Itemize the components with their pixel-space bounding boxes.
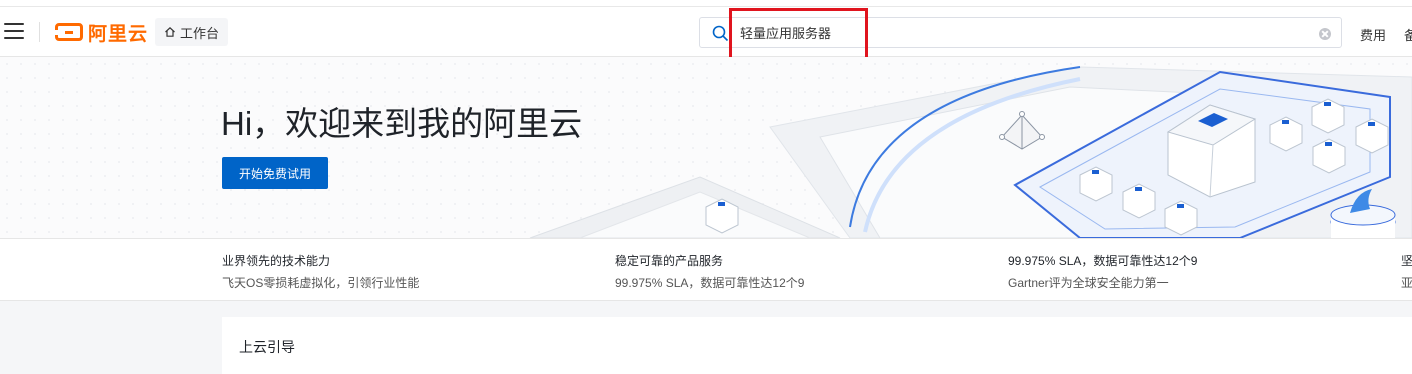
guide-title: 上云引导 — [239, 339, 295, 355]
search-bar[interactable] — [699, 17, 1342, 48]
workbench-button[interactable]: 工作台 — [155, 18, 229, 46]
search-input[interactable] — [740, 22, 1300, 43]
feature-item: 99.975% SLA，数据可靠性达12个9 Gartner评为全球安全能力第一 — [1008, 252, 1197, 291]
cloud-guide-card: 上云引导 — [222, 317, 1412, 374]
clear-icon[interactable] — [1319, 28, 1331, 40]
top-nav: 阿里云 工作台 费用 备 — [0, 6, 1412, 57]
feature-title: 坚 — [1401, 254, 1412, 268]
aliyun-logo[interactable]: 阿里云 — [55, 20, 149, 45]
feature-desc: 飞天OS零损耗虚拟化，引领行业性能 — [222, 276, 420, 290]
content-area: 上云引导 — [0, 301, 1412, 374]
hero-banner: Hi，欢迎来到我的阿里云 开始免费试用 — [0, 57, 1412, 238]
feature-desc: 亚 — [1401, 276, 1412, 290]
feature-item: 稳定可靠的产品服务 99.975% SLA，数据可靠性达12个9 — [615, 252, 804, 291]
search-icon[interactable] — [712, 25, 729, 42]
feature-strip: 业界领先的技术能力 飞天OS零损耗虚拟化，引领行业性能 稳定可靠的产品服务 99… — [0, 238, 1412, 301]
cloud-infrastructure-illustration — [529, 66, 1412, 238]
nav-filing-partial[interactable]: 备 — [1404, 25, 1412, 44]
nav-billing[interactable]: 费用 — [1360, 25, 1386, 44]
feature-title: 稳定可靠的产品服务 — [615, 254, 724, 268]
aliyun-logo-icon — [55, 23, 83, 41]
hero-title: Hi，欢迎来到我的阿里云 — [221, 105, 583, 142]
feature-item: 业界领先的技术能力 飞天OS零损耗虚拟化，引领行业性能 — [222, 252, 419, 291]
start-free-trial-button[interactable]: 开始免费试用 — [222, 157, 328, 189]
feature-item: 坚 亚 — [1401, 252, 1412, 291]
feature-desc: 99.975% SLA，数据可靠性达12个9 — [615, 276, 805, 290]
feature-title: 99.975% SLA，数据可靠性达12个9 — [1008, 254, 1198, 268]
workbench-label: 工作台 — [180, 25, 220, 41]
divider — [39, 22, 40, 42]
menu-icon[interactable] — [4, 23, 24, 39]
feature-title: 业界领先的技术能力 — [222, 254, 331, 268]
logo-text: 阿里云 — [88, 23, 149, 45]
feature-desc: Gartner评为全球安全能力第一 — [1008, 276, 1169, 290]
home-icon — [165, 26, 175, 37]
